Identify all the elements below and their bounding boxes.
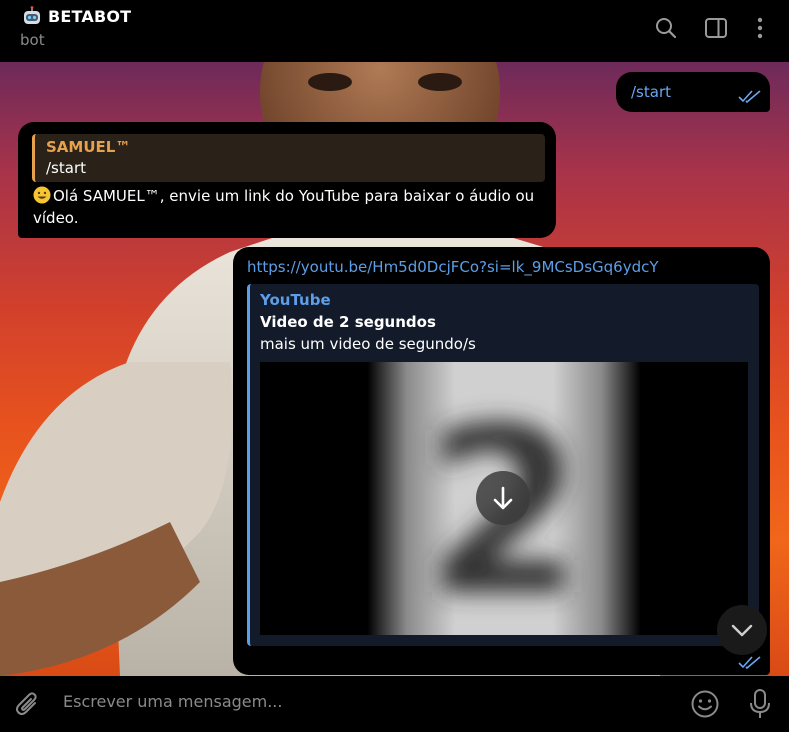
more-vertical-icon[interactable] xyxy=(748,16,772,40)
read-double-check-icon xyxy=(738,90,761,103)
link-preview[interactable]: YouTube Video de 2 segundos mais um vide… xyxy=(247,284,759,646)
reply-text: Olá SAMUEL™, envie um link do YouTube pa… xyxy=(33,187,535,227)
message-text: /start xyxy=(631,83,671,101)
message-outgoing-link[interactable]: https://youtu.be/Hm5d0DcjFCo?si=lk_9MCsD… xyxy=(233,247,770,675)
preview-site-name: YouTube xyxy=(260,291,331,309)
microphone-icon[interactable] xyxy=(747,688,773,720)
chevron-down-icon xyxy=(731,624,753,637)
download-button[interactable] xyxy=(476,471,530,525)
preview-title: Video de 2 segundos xyxy=(260,313,436,331)
paperclip-icon[interactable] xyxy=(14,690,42,718)
message-composer: Escrever uma mensagem... xyxy=(0,676,789,732)
reply-quote[interactable]: SAMUEL™ /start xyxy=(32,134,545,182)
chat-title: BETABOT xyxy=(48,6,132,26)
robot-emoji-icon xyxy=(24,6,40,24)
emoji-picker-icon[interactable] xyxy=(690,689,720,719)
sidebar-toggle-icon[interactable] xyxy=(704,16,728,40)
arrow-down-icon xyxy=(493,486,513,510)
read-double-check-icon xyxy=(738,656,761,669)
chat-title-row[interactable]: BETABOT xyxy=(22,6,131,26)
chat-wallpaper: /start SAMUEL™ /start Olá SAMUEL™, envie… xyxy=(0,62,789,676)
reply-body: Olá SAMUEL™, envie um link do YouTube pa… xyxy=(33,185,543,229)
video-thumbnail[interactable]: 2 xyxy=(260,362,748,635)
message-outgoing-start[interactable]: /start xyxy=(616,72,770,112)
message-incoming-reply[interactable]: SAMUEL™ /start Olá SAMUEL™, envie um lin… xyxy=(18,122,556,238)
scroll-to-bottom-button[interactable] xyxy=(717,605,767,655)
quote-author: SAMUEL™ xyxy=(46,138,131,156)
youtube-link[interactable]: https://youtu.be/Hm5d0DcjFCo?si=lk_9MCsD… xyxy=(247,258,659,276)
quote-text: /start xyxy=(46,159,86,177)
chat-subtitle: bot xyxy=(20,31,45,49)
chat-header: BETABOT bot xyxy=(0,0,789,62)
grinning-face-emoji-icon xyxy=(33,186,51,204)
preview-description: mais um video de segundo/s xyxy=(260,335,476,353)
message-input[interactable]: Escrever uma mensagem... xyxy=(63,692,282,711)
search-icon[interactable] xyxy=(654,16,678,40)
